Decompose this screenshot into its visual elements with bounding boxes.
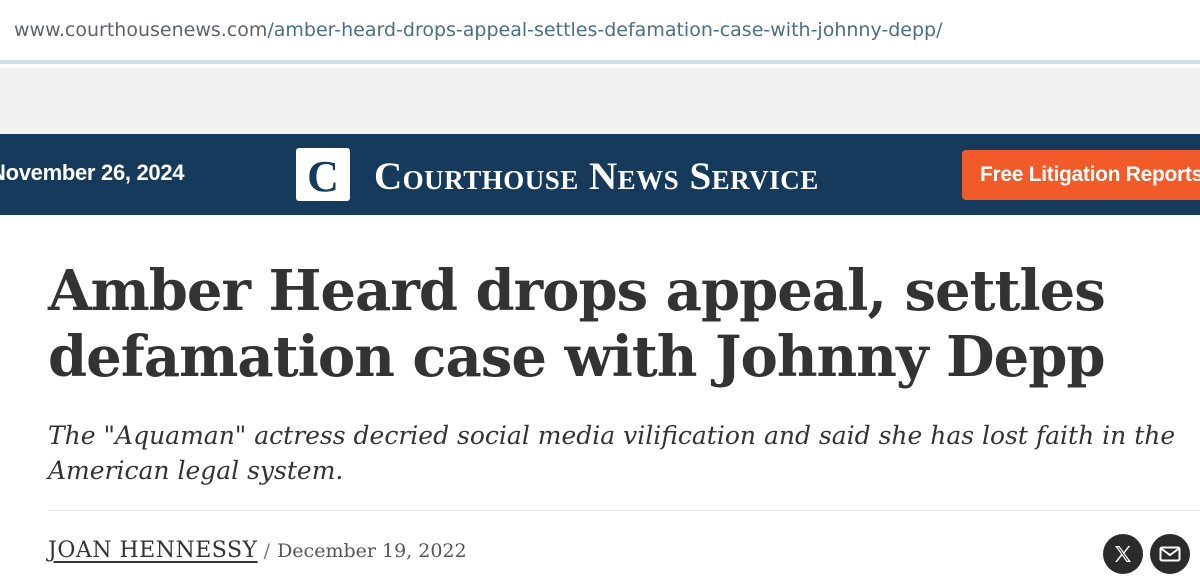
site-logo[interactable]: C xyxy=(296,148,350,201)
site-name[interactable]: Courthouse News Service xyxy=(374,154,819,199)
ad-banner-space xyxy=(0,68,1200,134)
url-domain: www.courthousenews.com xyxy=(14,19,268,41)
logo-c-icon: C xyxy=(307,152,339,201)
subheadline-line-1: The "Aquaman" actress decried social med… xyxy=(48,421,1176,450)
header-date: November 26, 2024 xyxy=(0,160,185,185)
article-headline: Amber Heard drops appeal, settles defama… xyxy=(48,258,1168,390)
headline-line-1: Amber Heard drops appeal, settles xyxy=(48,258,1106,324)
headline-line-2: defamation case with Johnny Depp xyxy=(48,324,1106,390)
mail-icon xyxy=(1159,546,1181,562)
site-header: November 26, 2024 C Courthouse News Serv… xyxy=(0,134,1200,215)
publish-date: December 19, 2022 xyxy=(277,540,467,562)
byline-divider xyxy=(48,510,1200,511)
subheadline-line-2: American legal system. xyxy=(48,456,344,485)
article-subheadline: The "Aquaman" actress decried social med… xyxy=(48,418,1200,488)
x-icon xyxy=(1115,546,1131,562)
share-x-button[interactable] xyxy=(1103,534,1143,574)
free-litigation-reports-button[interactable]: Free Litigation Reports xyxy=(962,150,1200,200)
byline-separator: / xyxy=(263,540,270,562)
share-email-button[interactable] xyxy=(1150,534,1190,574)
url-path: /amber-heard-drops-appeal-settles-defama… xyxy=(267,19,943,41)
author-link[interactable]: JOAN HENNESSY xyxy=(48,538,258,563)
address-bar[interactable]: www.courthousenews.com/amber-heard-drops… xyxy=(0,0,1200,64)
byline: JOAN HENNESSY / December 19, 2022 xyxy=(48,538,467,563)
svg-text:C: C xyxy=(307,152,339,201)
